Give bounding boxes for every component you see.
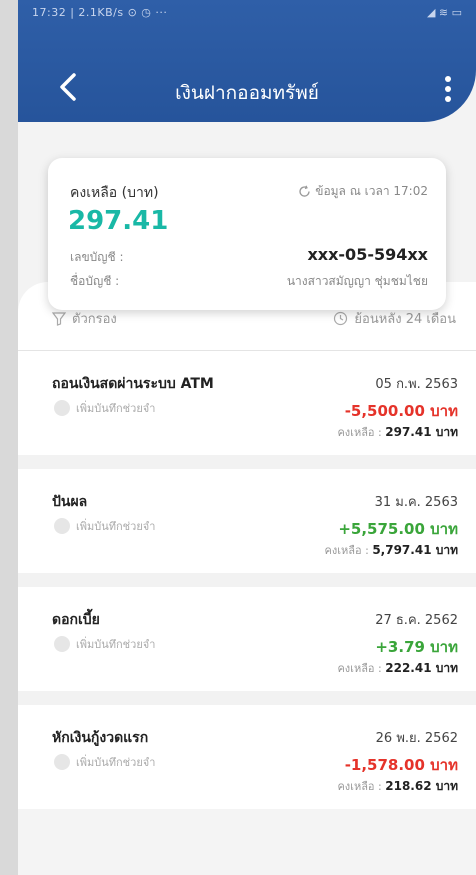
transaction-name: ดอกเบี้ย bbox=[52, 612, 100, 628]
account-number-row: เลขบัญชี : xxx-05-594xx bbox=[70, 245, 428, 267]
row-divider bbox=[18, 573, 476, 587]
filter-icon bbox=[52, 311, 66, 326]
status-right: ◢ ≋ ▭ bbox=[426, 6, 462, 19]
add-note-label: เพิ่มบันทึกช่วยจำ bbox=[76, 402, 156, 415]
transaction-row[interactable]: ถอนเงินสดผ่านระบบ ATM 05 ก.พ. 2563 เพิ่ม… bbox=[18, 351, 476, 455]
refresh-icon bbox=[299, 185, 310, 197]
transaction-balance: คงเหลือ : 5,797.41 บาท bbox=[325, 541, 458, 560]
balance-value: 297.41 บาท bbox=[385, 425, 458, 439]
row-divider bbox=[18, 455, 476, 469]
balance-card: คงเหลือ (บาท) ข้อมูล ณ เวลา 17:02 297.41… bbox=[48, 158, 446, 310]
status-bar: 17:32 | 2.1KB/s ⊙ ◷ ··· ◢ ≋ ▭ bbox=[32, 6, 462, 24]
phone-screen: 17:32 | 2.1KB/s ⊙ ◷ ··· ◢ ≋ ▭ เงินฝากออม… bbox=[18, 0, 476, 875]
balance-value: 218.62 บาท bbox=[385, 779, 458, 793]
page-title: เงินฝากออมทรัพย์ bbox=[175, 82, 319, 104]
account-name-label: ชื่อบัญชี : bbox=[70, 274, 120, 288]
transaction-amount: +3.79 บาท bbox=[375, 638, 458, 656]
balance-value: 5,797.41 บาท bbox=[372, 543, 458, 557]
transaction-date: 05 ก.พ. 2563 bbox=[375, 377, 458, 392]
kebab-dot-icon bbox=[445, 96, 451, 102]
transaction-section: ตัวกรอง ย้อนหลัง 24 เดือน ถอนเงินสดผ่านร… bbox=[18, 282, 476, 875]
list-bottom bbox=[18, 809, 476, 875]
pencil-icon bbox=[54, 518, 70, 534]
balance-label: คงเหลือ (บาท) bbox=[70, 185, 159, 201]
transaction-date: 31 ม.ค. 2563 bbox=[374, 495, 458, 510]
app-header: 17:32 | 2.1KB/s ⊙ ◷ ··· ◢ ≋ ▭ เงินฝากออม… bbox=[18, 0, 476, 122]
balance-amount: 297.41 bbox=[68, 206, 169, 236]
add-note-label: เพิ่มบันทึกช่วยจำ bbox=[76, 756, 156, 769]
add-note-button[interactable]: เพิ่มบันทึกช่วยจำ bbox=[54, 517, 155, 535]
transaction-row[interactable]: หักเงินกู้งวดแรก 26 พ.ย. 2562 เพิ่มบันทึ… bbox=[18, 705, 476, 809]
account-name-row: ชื่อบัญชี : นางสาวสมัญญา ชุ่มชมไชย bbox=[70, 272, 428, 291]
kebab-dot-icon bbox=[445, 86, 451, 92]
transaction-balance: คงเหลือ : 297.41 บาท bbox=[337, 423, 458, 442]
balance-label: คงเหลือ : bbox=[337, 780, 382, 793]
transaction-balance: คงเหลือ : 218.62 บาท bbox=[337, 777, 458, 796]
transaction-name: ถอนเงินสดผ่านระบบ ATM bbox=[52, 376, 214, 392]
row-divider bbox=[18, 691, 476, 705]
transaction-amount: -5,500.00 บาท bbox=[344, 402, 458, 420]
transaction-date: 26 พ.ย. 2562 bbox=[375, 731, 458, 746]
pencil-icon bbox=[54, 636, 70, 652]
add-note-label: เพิ่มบันทึกช่วยจำ bbox=[76, 520, 156, 533]
balance-value: 222.41 บาท bbox=[385, 661, 458, 675]
transaction-amount: +5,575.00 บาท bbox=[338, 520, 458, 538]
account-number-label: เลขบัญชี : bbox=[70, 250, 124, 264]
balance-label: คงเหลือ : bbox=[337, 662, 382, 675]
add-note-label: เพิ่มบันทึกช่วยจำ bbox=[76, 638, 156, 651]
history-clock-icon bbox=[334, 311, 348, 326]
transaction-row[interactable]: ปันผล 31 ม.ค. 2563 เพิ่มบันทึกช่วยจำ +5,… bbox=[18, 469, 476, 573]
transaction-amount: -1,578.00 บาท bbox=[344, 756, 458, 774]
balance-label: คงเหลือ : bbox=[337, 426, 382, 439]
period-selector[interactable]: ย้อนหลัง 24 เดือน bbox=[333, 308, 456, 329]
account-name: นางสาวสมัญญา ชุ่มชมไชย bbox=[286, 274, 428, 288]
transaction-balance: คงเหลือ : 222.41 บาท bbox=[337, 659, 458, 678]
pencil-icon bbox=[54, 754, 70, 770]
status-left: 17:32 | 2.1KB/s ⊙ ◷ ··· bbox=[32, 6, 168, 19]
transaction-date: 27 ธ.ค. 2562 bbox=[375, 613, 458, 628]
add-note-button[interactable]: เพิ่มบันทึกช่วยจำ bbox=[54, 753, 155, 771]
transaction-name: ปันผล bbox=[52, 494, 88, 510]
pencil-icon bbox=[54, 400, 70, 416]
add-note-button[interactable]: เพิ่มบันทึกช่วยจำ bbox=[54, 399, 155, 417]
kebab-dot-icon bbox=[445, 76, 451, 82]
refresh-button[interactable]: ข้อมูล ณ เวลา 17:02 bbox=[298, 182, 428, 201]
refresh-time: ข้อมูล ณ เวลา 17:02 bbox=[315, 184, 428, 198]
filter-label: ตัวกรอง bbox=[72, 312, 117, 327]
filter-button[interactable]: ตัวกรอง bbox=[52, 308, 117, 329]
balance-label: คงเหลือ : bbox=[324, 544, 369, 557]
transaction-name: หักเงินกู้งวดแรก bbox=[52, 730, 149, 746]
period-label: ย้อนหลัง 24 เดือน bbox=[354, 312, 456, 327]
account-number: xxx-05-594xx bbox=[307, 245, 428, 264]
transaction-row[interactable]: ดอกเบี้ย 27 ธ.ค. 2562 เพิ่มบันทึกช่วยจำ … bbox=[18, 587, 476, 691]
more-menu-button[interactable] bbox=[442, 76, 454, 106]
add-note-button[interactable]: เพิ่มบันทึกช่วยจำ bbox=[54, 635, 155, 653]
